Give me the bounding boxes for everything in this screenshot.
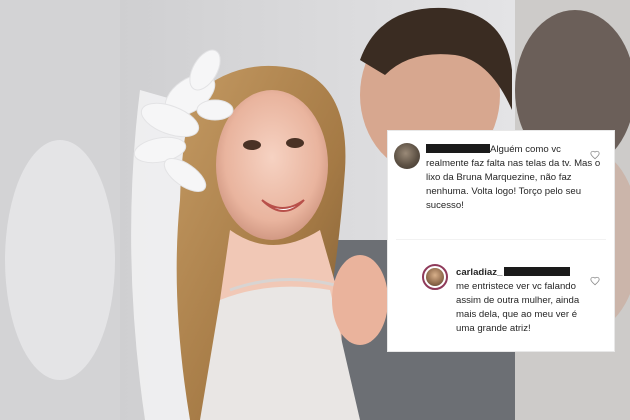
woman-hand [332,255,388,345]
redacted-username [426,144,490,153]
comment-text: carladiaz_me entristece ver vc falando a… [456,266,596,336]
commenter-avatar[interactable] [394,143,420,169]
redacted-mention [504,267,571,276]
heart-icon[interactable] [590,150,600,160]
comment-text: Alguém como vc realmente faz falta nas t… [426,143,602,213]
comment-body: Alguém como vc realmente faz falta nas t… [426,144,601,211]
blurred-veil-left [5,140,115,380]
comments-panel: Alguém como vc realmente faz falta nas t… [387,130,615,352]
comment-username[interactable]: carladiaz_ [456,267,502,278]
story-avatar[interactable] [422,264,448,290]
comment-body: me entristece ver vc falando assim de ou… [456,281,580,334]
heart-icon[interactable] [590,276,600,286]
comment-divider [396,239,606,240]
